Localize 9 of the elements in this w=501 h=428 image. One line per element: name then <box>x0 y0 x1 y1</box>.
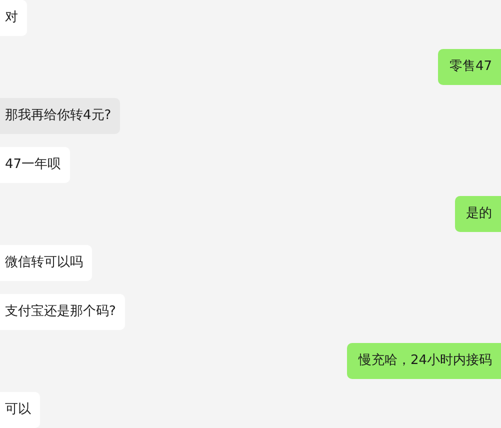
message-bubble[interactable]: 微信转可以吗 <box>0 245 92 281</box>
message-bubble[interactable]: 零售47 <box>438 49 501 85</box>
message-bubble[interactable]: 慢充哈，24小时内接码 <box>347 343 501 379</box>
message-bubble[interactable]: 支付宝还是那个码? <box>0 294 125 330</box>
message-bubble[interactable]: 47一年呗 <box>0 147 70 183</box>
message-bubble[interactable]: 那我再给你转4元? <box>0 98 120 134</box>
message-bubble[interactable]: 可以 <box>0 392 40 428</box>
message-bubble[interactable]: 对 <box>0 0 27 36</box>
message-bubble[interactable]: 是的 <box>455 196 501 232</box>
